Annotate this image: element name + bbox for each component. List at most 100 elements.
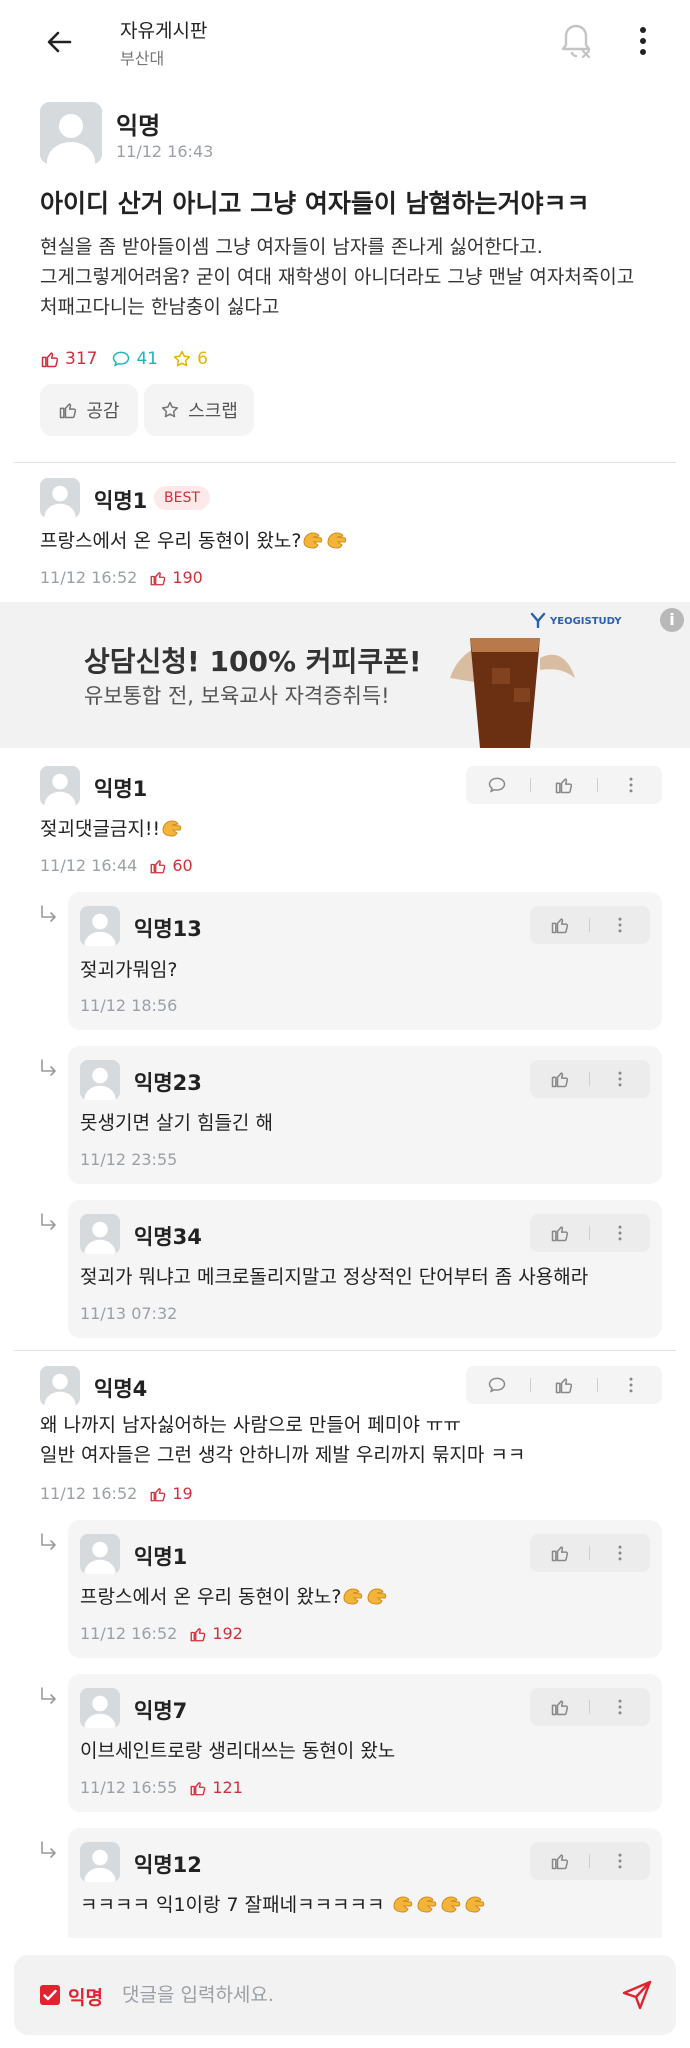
star-icon (172, 349, 192, 369)
reply-bubble-icon[interactable] (487, 1375, 507, 1395)
thumb-up-icon[interactable] (550, 1223, 570, 1243)
reply-likes-value: 121 (212, 1778, 243, 1797)
comment-meta: 11/12 16:52 19 (40, 1484, 193, 1503)
thumb-up-icon[interactable] (550, 1543, 570, 1563)
comment-time: 11/12 16:52 (40, 568, 138, 587)
reply-author: 익명7 (134, 1699, 188, 1723)
more-vertical-icon[interactable] (610, 915, 630, 935)
emoji-sticker-icon (365, 1586, 389, 1606)
reply-actions (530, 1214, 650, 1252)
scrap-post-button[interactable]: 스크랩 (144, 384, 254, 436)
thumb-up-icon[interactable] (554, 1375, 574, 1395)
reply-meta: 11/12 16:52 192 (80, 1624, 243, 1643)
more-vertical-icon[interactable] (610, 1543, 630, 1563)
comment-time: 11/12 16:44 (40, 856, 138, 875)
comment-text: 왜 나까지 남자싫어하는 사람으로 만들어 페미야 ㅠㅠ 일반 여자들은 그런 … (40, 1414, 526, 1466)
reply-author: 익명12 (134, 1853, 202, 1877)
post-author-avatar (40, 102, 102, 164)
reply-avatar (80, 1842, 120, 1882)
reply-time: 11/12 16:55 (80, 1778, 178, 1797)
more-vertical-icon[interactable] (610, 1069, 630, 1089)
more-vertical-icon[interactable] (610, 1851, 630, 1871)
anonymous-checkbox-icon[interactable] (40, 1985, 60, 2005)
comment-likes-value: 190 (172, 568, 203, 587)
thumb-up-icon (149, 1485, 167, 1503)
ad-title: 상담신청! 100% 커피쿠폰! (84, 645, 422, 678)
board-title: 자유게시판 (120, 20, 208, 42)
comment-text-value: 젖괴댓글금지!! (40, 818, 161, 840)
reply-arrow-icon (38, 1686, 60, 1708)
best-badge: BEST (154, 486, 210, 510)
reply-arrow-icon (38, 1840, 60, 1862)
reply-actions (530, 1060, 650, 1098)
reply-arrow-icon (38, 1058, 60, 1080)
thumb-up-icon[interactable] (550, 1069, 570, 1089)
ad-info-icon[interactable]: i (660, 608, 684, 632)
anonymous-label[interactable]: 익명 (68, 1983, 103, 2010)
comment-input[interactable] (122, 1977, 602, 2013)
ad-brand-name: YEOGISTUDY (550, 616, 622, 627)
like-post-button[interactable]: 공감 (40, 384, 138, 436)
scrap-button-label: 스크랩 (188, 401, 238, 422)
divider (14, 462, 676, 463)
thumb-up-icon (58, 400, 78, 420)
emoji-sticker-icon (160, 818, 184, 838)
reply-likes: 192 (189, 1624, 243, 1643)
more-vertical-icon[interactable] (610, 1223, 630, 1243)
reply-author: 익명34 (134, 1225, 202, 1249)
back-arrow-icon[interactable] (40, 22, 80, 62)
emoji-sticker-icon (439, 1894, 463, 1914)
comment-likes-value: 19 (172, 1484, 193, 1503)
post-scrap-count: 6 (172, 349, 208, 369)
comment-likes: 190 (149, 568, 203, 587)
reply-arrow-icon (38, 1532, 60, 1554)
thumb-up-icon[interactable] (550, 915, 570, 935)
comment-meta: 11/12 16:44 60 (40, 856, 193, 875)
reply-avatar (80, 906, 120, 946)
thumb-up-icon[interactable] (554, 775, 574, 795)
thumb-up-icon (40, 349, 60, 369)
reply-actions (530, 906, 650, 944)
thumb-up-icon (189, 1625, 207, 1643)
brand-logo-icon (530, 612, 546, 628)
comment-likes: 60 (149, 856, 193, 875)
comment-text-value: 프랑스에서 온 우리 동현이 왔노? (40, 530, 302, 552)
comment-avatar (40, 1366, 80, 1406)
iced-coffee-image (450, 638, 575, 748)
reply-actions (530, 1688, 650, 1726)
reply-bubble-icon[interactable] (487, 775, 507, 795)
emoji-sticker-icon (463, 1894, 487, 1914)
ad-subtitle: 유보통합 전, 보육교사 자격증취득! (84, 684, 390, 708)
post-comment-count: 41 (111, 349, 158, 369)
post-stats: 317 41 6 (40, 346, 222, 372)
more-vertical-icon[interactable] (621, 1375, 641, 1395)
reply-author: 익명23 (134, 1071, 202, 1095)
comment-avatar (40, 766, 80, 806)
emoji-sticker-icon (341, 1586, 365, 1606)
reply-arrow-icon (38, 1212, 60, 1234)
post-time: 11/12 16:43 (116, 142, 214, 161)
reply-text: 젖괴가뭐임? (80, 959, 178, 981)
reply-author: 익명1 (134, 1545, 188, 1569)
reply-meta: 11/12 16:55 121 (80, 1778, 243, 1797)
emoji-sticker-icon (325, 530, 349, 550)
comment-likes-value: 60 (172, 856, 193, 875)
thumb-up-icon[interactable] (550, 1851, 570, 1871)
post-like-count: 317 (40, 349, 97, 369)
reply-text-value: 프랑스에서 온 우리 동현이 왔노? (80, 1586, 342, 1608)
send-icon[interactable] (620, 1978, 654, 2012)
reply-text: 젖괴가 뭐냐고 메크로돌리지말고 정상적인 단어부터 좀 사용해라 (80, 1266, 589, 1288)
reply-text: 프랑스에서 온 우리 동현이 왔노? (80, 1582, 389, 1612)
more-menu-icon[interactable] (630, 24, 656, 58)
reply-text-value: ㅋㅋㅋㅋ 익1이랑 7 잘패네ㅋㅋㅋㅋㅋ (80, 1894, 385, 1916)
comment-text: 젖괴댓글금지!! (40, 814, 184, 844)
post-author: 익명 (116, 112, 161, 140)
more-vertical-icon[interactable] (610, 1697, 630, 1717)
top-app-bar: 자유게시판 부산대 (0, 0, 690, 82)
notification-off-icon[interactable] (556, 20, 596, 62)
more-vertical-icon[interactable] (621, 775, 641, 795)
emoji-sticker-icon (301, 530, 325, 550)
reply-avatar (80, 1214, 120, 1254)
thumb-up-icon[interactable] (550, 1697, 570, 1717)
reply-avatar (80, 1060, 120, 1100)
